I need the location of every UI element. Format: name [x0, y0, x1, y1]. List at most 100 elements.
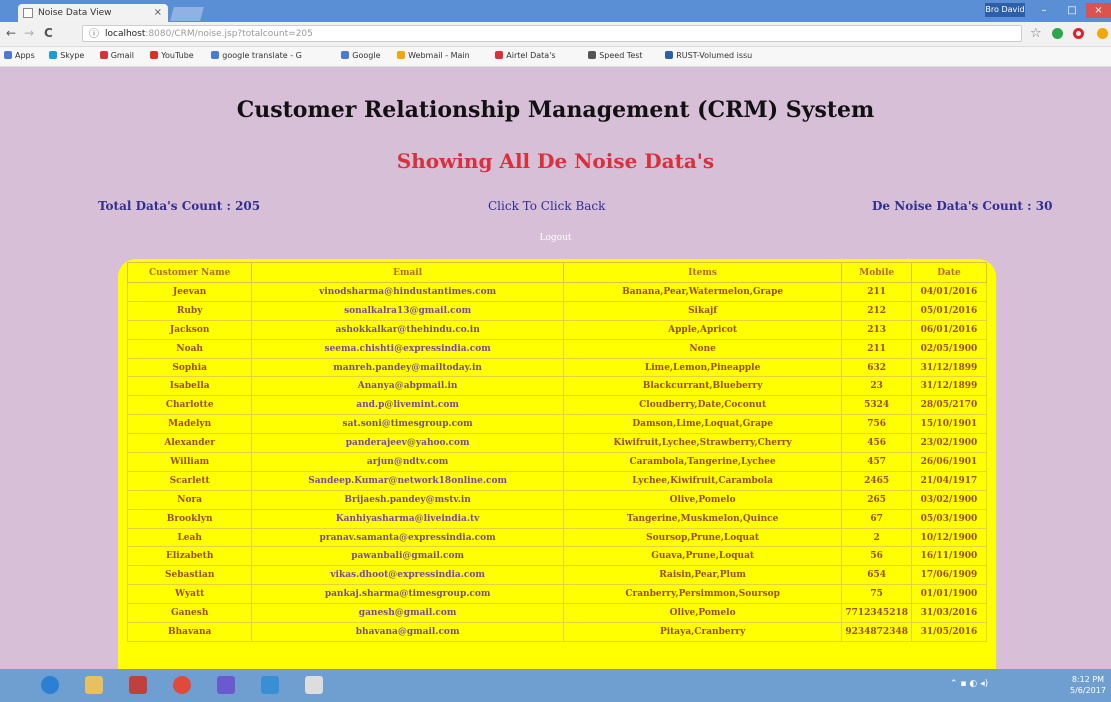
bookmark-icon — [665, 51, 674, 59]
cell-customer-name: Charlotte — [126, 395, 253, 416]
table-row: Scarlett Sandeep.Kumar@network18online.co… — [126, 470, 988, 491]
cell-mobile: 7712345218 — [841, 603, 912, 624]
cell-customer-name: Sophia — [126, 357, 253, 378]
data-table-container: Customer Name Email Items Mobile Date Je… — [118, 259, 996, 669]
windows-taskbar: ⌃ ▪ ◐ ◂) 8:12 PM 5/6/2017 — [0, 669, 1111, 702]
taskbar-clock[interactable]: 8:12 PM 5/6/2017 — [1070, 674, 1106, 696]
cell-customer-name: Alexander — [126, 433, 253, 454]
cell-mobile: 211 — [841, 338, 912, 359]
cell-customer-name: Noah — [126, 338, 253, 359]
cell-email: vinodsharma@hindustantimes.com — [251, 282, 564, 302]
cell-date: 06/01/2016 — [910, 319, 988, 340]
table-row: Brooklyn Kanhiyasharma@liveindia.tv Tanger… — [126, 508, 988, 529]
denoise-data-table: Customer Name Email Items Mobile Date Je… — [126, 262, 988, 642]
bookmark-item[interactable]: Webmail - Main — [397, 51, 470, 60]
cell-email: Brijaesh.pandey@mstv.in — [251, 489, 564, 510]
cell-items: Apple,Apricot — [562, 319, 843, 340]
cell-customer-name: Jeevan — [126, 282, 253, 302]
url-input[interactable]: ⓘ localhost:8080/CRM/noise.jsp?totalcoun… — [82, 25, 1022, 42]
cell-mobile: 632 — [841, 357, 912, 378]
cell-date: 17/06/1909 — [910, 565, 988, 586]
bookmark-item[interactable]: Apps — [4, 51, 35, 60]
reload-icon[interactable]: C — [44, 26, 53, 40]
table-header-row: Customer Name Email Items Mobile Date — [126, 262, 988, 283]
app-icon-2[interactable] — [206, 672, 246, 699]
chrome-icon[interactable] — [162, 672, 202, 699]
cell-items: None — [562, 338, 843, 359]
bookmark-label: google translate - G — [222, 51, 302, 60]
total-count-label: Total Data's Count : — [98, 199, 231, 213]
total-count-value: 205 — [235, 199, 261, 213]
extension-icon-2[interactable] — [1097, 28, 1108, 39]
bookmark-item[interactable]: YouTube — [150, 51, 194, 60]
cell-date: 01/01/1900 — [910, 584, 988, 605]
bookmark-label: Apps — [15, 51, 35, 60]
extension-icon[interactable] — [1052, 28, 1063, 39]
opera-icon[interactable] — [1073, 28, 1084, 39]
minimize-button[interactable]: – — [1030, 3, 1058, 18]
forward-icon[interactable]: → — [24, 26, 34, 40]
bookmark-item[interactable]: Skype — [49, 51, 84, 60]
cell-mobile: 212 — [841, 300, 912, 321]
bookmark-item[interactable]: google translate - G — [211, 51, 302, 60]
bookmark-label: RUST-Volumed issu — [676, 51, 753, 60]
app-icon-3[interactable] — [250, 672, 290, 699]
cell-mobile: 9234872348 — [841, 622, 912, 642]
cell-items: Damson,Lime,Loquat,Grape — [562, 414, 843, 435]
bookmark-star-icon[interactable]: ☆ — [1030, 26, 1042, 41]
new-tab-button[interactable] — [170, 7, 204, 21]
cell-date: 31/12/1899 — [910, 357, 988, 378]
cell-email: ashokkalkar@thehindu.co.in — [251, 319, 564, 340]
user-profile-button[interactable]: Bro David — [985, 3, 1025, 17]
cell-mobile: 2465 — [841, 470, 912, 491]
cell-items: Lychee,Kiwifruit,Carambola — [562, 470, 843, 491]
bookmark-item[interactable]: Gmail — [99, 51, 134, 60]
back-icon[interactable]: ← — [6, 26, 16, 40]
cell-mobile: 756 — [841, 414, 912, 435]
address-bar-row: ← → C ⓘ localhost:8080/CRM/noise.jsp?tot… — [0, 22, 1111, 47]
page-icon — [23, 8, 33, 18]
table-row: Ganesh ganesh@gmail.com Olive,Pomelo 771234… — [126, 603, 988, 624]
internet-explorer-icon[interactable] — [30, 672, 70, 699]
cell-date: 04/01/2016 — [910, 282, 988, 302]
bookmark-label: Google — [352, 51, 381, 60]
bookmark-item[interactable]: Google — [341, 51, 381, 60]
cell-items: Soursop,Prune,Loquat — [562, 527, 843, 548]
back-link[interactable]: Click To Click Back — [488, 199, 605, 213]
cell-customer-name: Brooklyn — [126, 508, 253, 529]
app-icon[interactable] — [118, 672, 158, 699]
internet-explorer-icon-glyph — [41, 676, 59, 694]
system-tray[interactable]: ⌃ ▪ ◐ ◂) — [950, 679, 988, 689]
chrome-icon-glyph — [173, 676, 191, 694]
cell-items: Blackcurrant,Blueberry — [562, 376, 843, 397]
cell-customer-name: Bhavana — [126, 622, 253, 642]
logout-link[interactable]: Logout — [0, 233, 1111, 243]
cell-date: 03/02/1900 — [910, 489, 988, 510]
close-tab-icon[interactable]: × — [154, 4, 162, 22]
bookmark-item[interactable]: Speed Test — [588, 51, 643, 60]
header-customer-name: Customer Name — [126, 262, 253, 283]
url-host: localhost — [105, 29, 146, 39]
cell-date: 31/05/2016 — [910, 622, 988, 642]
cell-customer-name: Jackson — [126, 319, 253, 340]
table-row: Charlotte and.p@livemint.com Cloudberry,Da… — [126, 395, 988, 416]
cell-date: 28/05/2170 — [910, 395, 988, 416]
cell-date: 23/02/1900 — [910, 433, 988, 454]
cell-mobile: 67 — [841, 508, 912, 529]
file-explorer-icon[interactable] — [74, 672, 114, 699]
page-content: Customer Relationship Management (CRM) S… — [0, 67, 1111, 669]
app-icon-4[interactable] — [294, 672, 334, 699]
cell-email: Ananya@abpmail.in — [251, 376, 564, 397]
bookmark-icon — [397, 51, 406, 59]
cell-customer-name: William — [126, 452, 253, 472]
bookmark-item[interactable]: RUST-Volumed issu — [665, 51, 752, 60]
bookmark-item[interactable]: Airtel Data's — [495, 51, 556, 60]
cell-email: bhavana@gmail.com — [251, 622, 564, 642]
cell-date: 05/01/2016 — [910, 300, 988, 321]
table-row: Sophia manreh.pandey@mailtoday.in Lime,Lem… — [126, 357, 988, 378]
browser-tab[interactable]: Noise Data View × — [18, 4, 168, 22]
cell-date: 05/03/1900 — [910, 508, 988, 529]
cell-customer-name: Nora — [126, 489, 253, 510]
close-window-button[interactable]: × — [1086, 3, 1111, 18]
maximize-button[interactable]: □ — [1058, 3, 1086, 18]
